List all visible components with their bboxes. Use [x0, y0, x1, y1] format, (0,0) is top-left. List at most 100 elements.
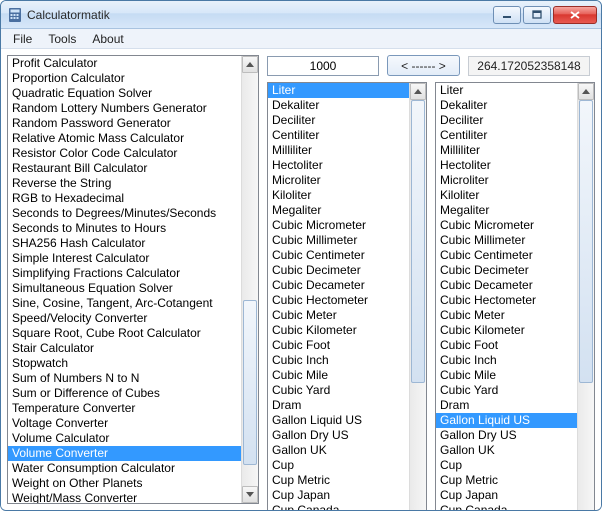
list-item[interactable]: Cubic Meter: [436, 308, 577, 323]
list-item[interactable]: Cubic Centimeter: [436, 248, 577, 263]
scroll-thumb[interactable]: [579, 100, 593, 383]
list-item[interactable]: Gallon Liquid US: [268, 413, 409, 428]
list-item[interactable]: Cubic Inch: [436, 353, 577, 368]
list-item[interactable]: Cubic Foot: [268, 338, 409, 353]
list-item[interactable]: Cubic Millimeter: [436, 233, 577, 248]
list-item[interactable]: Simple Interest Calculator: [8, 251, 241, 266]
list-item[interactable]: Stopwatch: [8, 356, 241, 371]
minimize-button[interactable]: [493, 6, 521, 24]
list-item[interactable]: Dram: [436, 398, 577, 413]
list-item[interactable]: Simultaneous Equation Solver: [8, 281, 241, 296]
menu-tools[interactable]: Tools: [40, 30, 84, 48]
list-item[interactable]: Cup Metric: [436, 473, 577, 488]
scroll-thumb[interactable]: [411, 100, 425, 383]
to-unit-scrollbar[interactable]: [577, 83, 594, 511]
titlebar[interactable]: Calculatormatik: [1, 1, 601, 29]
scroll-up-button[interactable]: [578, 83, 594, 100]
list-item[interactable]: Cubic Mile: [436, 368, 577, 383]
list-item[interactable]: Stair Calculator: [8, 341, 241, 356]
convert-button[interactable]: < ------ >: [387, 55, 460, 76]
list-item[interactable]: Temperature Converter: [8, 401, 241, 416]
list-item[interactable]: Cubic Decameter: [436, 278, 577, 293]
from-unit-list[interactable]: LiterDekaliterDeciliterCentiliterMillili…: [268, 83, 409, 511]
list-item[interactable]: Kiloliter: [436, 188, 577, 203]
list-item[interactable]: Profit Calculator: [8, 56, 241, 71]
scroll-thumb[interactable]: [243, 300, 257, 465]
list-item[interactable]: Cubic Kilometer: [436, 323, 577, 338]
calculator-list-scrollbar[interactable]: [241, 56, 258, 503]
list-item[interactable]: Dram: [268, 398, 409, 413]
list-item[interactable]: Relative Atomic Mass Calculator: [8, 131, 241, 146]
list-item[interactable]: Cup: [268, 458, 409, 473]
list-item[interactable]: Dekaliter: [268, 98, 409, 113]
list-item[interactable]: Cup Japan: [436, 488, 577, 503]
list-item[interactable]: Cubic Micrometer: [268, 218, 409, 233]
list-item[interactable]: Cubic Hectometer: [436, 293, 577, 308]
list-item[interactable]: Seconds to Degrees/Minutes/Seconds: [8, 206, 241, 221]
list-item[interactable]: Cubic Centimeter: [268, 248, 409, 263]
list-item[interactable]: SHA256 Hash Calculator: [8, 236, 241, 251]
list-item[interactable]: Gallon Dry US: [436, 428, 577, 443]
list-item[interactable]: RGB to Hexadecimal: [8, 191, 241, 206]
input-value-field[interactable]: [267, 56, 379, 76]
list-item[interactable]: Cubic Foot: [436, 338, 577, 353]
list-item[interactable]: Volume Calculator: [8, 431, 241, 446]
list-item[interactable]: Cubic Mile: [268, 368, 409, 383]
list-item[interactable]: Deciliter: [436, 113, 577, 128]
list-item[interactable]: Gallon UK: [268, 443, 409, 458]
scroll-up-button[interactable]: [242, 56, 258, 73]
list-item[interactable]: Gallon UK: [436, 443, 577, 458]
list-item[interactable]: Simplifying Fractions Calculator: [8, 266, 241, 281]
list-item[interactable]: Microliter: [436, 173, 577, 188]
from-unit-scrollbar[interactable]: [409, 83, 426, 511]
list-item[interactable]: Cubic Hectometer: [268, 293, 409, 308]
list-item[interactable]: Cubic Decimeter: [436, 263, 577, 278]
list-item[interactable]: Sine, Cosine, Tangent, Arc-Cotangent: [8, 296, 241, 311]
list-item[interactable]: Random Password Generator: [8, 116, 241, 131]
list-item[interactable]: Microliter: [268, 173, 409, 188]
list-item[interactable]: Sum of Numbers N to N: [8, 371, 241, 386]
maximize-button[interactable]: [523, 6, 551, 24]
list-item[interactable]: Speed/Velocity Converter: [8, 311, 241, 326]
list-item[interactable]: Megaliter: [268, 203, 409, 218]
list-item[interactable]: Sum or Difference of Cubes: [8, 386, 241, 401]
list-item[interactable]: Cubic Micrometer: [436, 218, 577, 233]
list-item[interactable]: Cubic Decameter: [268, 278, 409, 293]
list-item[interactable]: Cubic Millimeter: [268, 233, 409, 248]
list-item[interactable]: Voltage Converter: [8, 416, 241, 431]
list-item[interactable]: Quadratic Equation Solver: [8, 86, 241, 101]
list-item[interactable]: Milliliter: [436, 143, 577, 158]
menu-file[interactable]: File: [5, 30, 40, 48]
scroll-up-button[interactable]: [410, 83, 426, 100]
list-item[interactable]: Restaurant Bill Calculator: [8, 161, 241, 176]
list-item[interactable]: Hectoliter: [436, 158, 577, 173]
list-item[interactable]: Dekaliter: [436, 98, 577, 113]
scroll-track[interactable]: [242, 73, 258, 486]
list-item[interactable]: Square Root, Cube Root Calculator: [8, 326, 241, 341]
list-item[interactable]: Deciliter: [268, 113, 409, 128]
scroll-down-button[interactable]: [242, 486, 258, 503]
list-item[interactable]: Volume Converter: [8, 446, 241, 461]
list-item[interactable]: Liter: [436, 83, 577, 98]
list-item[interactable]: Cubic Kilometer: [268, 323, 409, 338]
list-item[interactable]: Cup Canada: [436, 503, 577, 511]
scroll-track[interactable]: [410, 100, 426, 511]
list-item[interactable]: Cup Metric: [268, 473, 409, 488]
list-item[interactable]: Kiloliter: [268, 188, 409, 203]
list-item[interactable]: Centiliter: [268, 128, 409, 143]
list-item[interactable]: Cubic Meter: [268, 308, 409, 323]
list-item[interactable]: Random Lottery Numbers Generator: [8, 101, 241, 116]
list-item[interactable]: Cup Canada: [268, 503, 409, 511]
list-item[interactable]: Hectoliter: [268, 158, 409, 173]
menu-about[interactable]: About: [84, 30, 131, 48]
list-item[interactable]: Cubic Inch: [268, 353, 409, 368]
list-item[interactable]: Reverse the String: [8, 176, 241, 191]
to-unit-list[interactable]: LiterDekaliterDeciliterCentiliterMillili…: [436, 83, 577, 511]
calculator-list[interactable]: Profit CalculatorProportion CalculatorQu…: [8, 56, 241, 503]
list-item[interactable]: Proportion Calculator: [8, 71, 241, 86]
list-item[interactable]: Gallon Dry US: [268, 428, 409, 443]
list-item[interactable]: Cubic Decimeter: [268, 263, 409, 278]
list-item[interactable]: Milliliter: [268, 143, 409, 158]
list-item[interactable]: Cubic Yard: [268, 383, 409, 398]
list-item[interactable]: Water Consumption Calculator: [8, 461, 241, 476]
